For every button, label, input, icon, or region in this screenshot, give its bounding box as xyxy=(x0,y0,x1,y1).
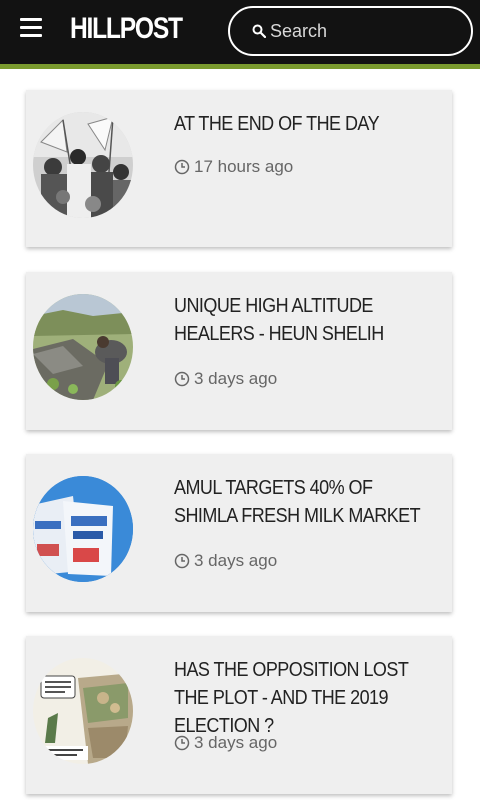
article-timestamp: 17 hours ago xyxy=(174,157,293,177)
top-bar: HILLPOST xyxy=(0,0,480,64)
article-timestamp: 3 days ago xyxy=(174,551,277,571)
article-title[interactable]: UNIQUE HIGH ALTITUDE HEALERS - HEUN SHEL… xyxy=(174,292,435,348)
article-thumbnail[interactable] xyxy=(33,294,133,400)
herb-gatherer-photo xyxy=(33,294,133,400)
article-title[interactable]: AMUL TARGETS 40% OF SHIMLA FRESH MILK MA… xyxy=(174,474,435,530)
site-logo[interactable]: HILLPOST xyxy=(70,12,183,46)
article-timestamp: 3 days ago xyxy=(174,369,277,389)
article-time-label: 3 days ago xyxy=(194,551,278,570)
article-time-label: 17 hours ago xyxy=(194,157,294,176)
article-card[interactable]: AT THE END OF THE DAY 17 hours ago xyxy=(26,90,452,247)
clock-icon xyxy=(174,735,190,751)
article-time-label: 3 days ago xyxy=(194,369,278,388)
article-thumbnail[interactable] xyxy=(33,658,133,764)
search-input[interactable] xyxy=(270,18,460,44)
article-thumbnail[interactable] xyxy=(33,476,133,582)
search-icon xyxy=(252,24,266,38)
article-title[interactable]: AT THE END OF THE DAY xyxy=(174,110,435,138)
article-thumbnail[interactable] xyxy=(33,112,133,218)
article-card[interactable]: AMUL TARGETS 40% OF SHIMLA FRESH MILK MA… xyxy=(26,454,452,612)
cartoon-illustration xyxy=(33,658,133,764)
milk-packets-photo xyxy=(33,476,133,582)
clock-icon xyxy=(174,371,190,387)
article-card[interactable]: HAS THE OPPOSITION LOST THE PLOT - AND T… xyxy=(26,636,452,794)
header-accent-divider xyxy=(0,64,480,69)
clock-icon xyxy=(174,553,190,569)
hamburger-menu-icon[interactable] xyxy=(20,18,44,40)
search-box[interactable] xyxy=(228,6,473,56)
article-time-label: 3 days ago xyxy=(194,733,278,752)
article-timestamp: 3 days ago xyxy=(174,733,277,753)
clock-icon xyxy=(174,159,190,175)
article-title[interactable]: HAS THE OPPOSITION LOST THE PLOT - AND T… xyxy=(174,656,435,740)
protest-crowd-photo xyxy=(33,112,133,218)
article-card[interactable]: UNIQUE HIGH ALTITUDE HEALERS - HEUN SHEL… xyxy=(26,272,452,430)
